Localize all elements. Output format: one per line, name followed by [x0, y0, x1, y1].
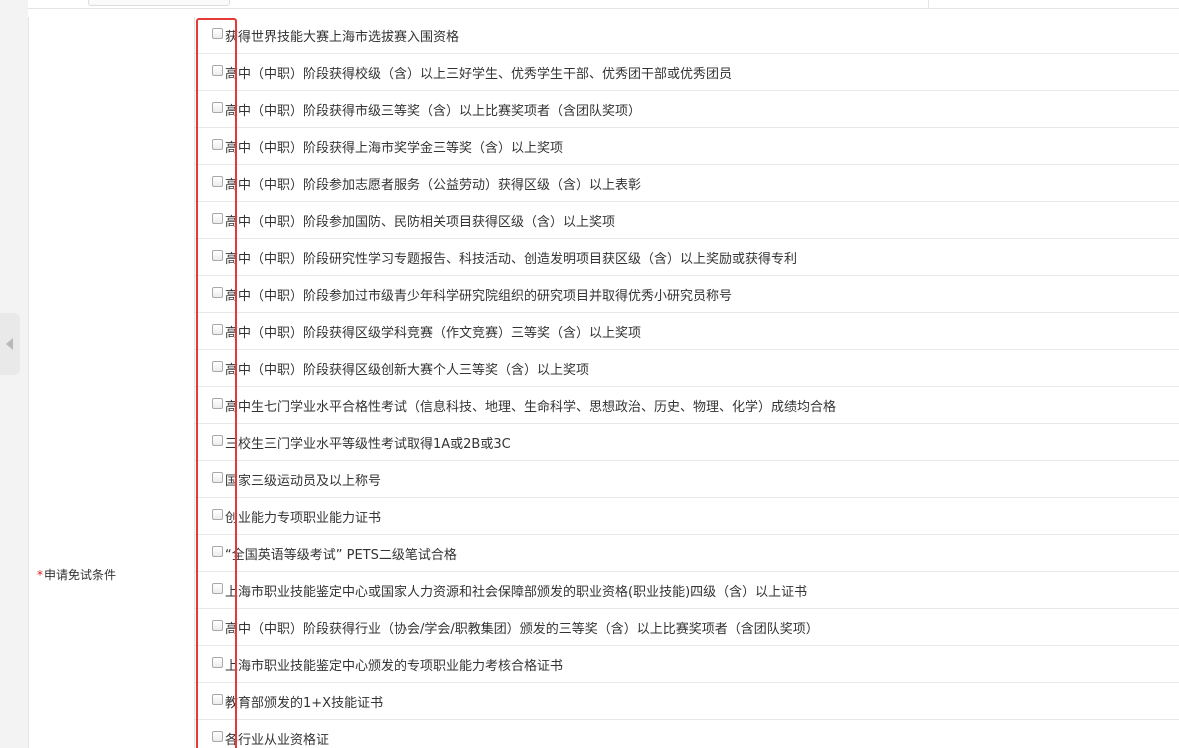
- option-row[interactable]: 上海市职业技能鉴定中心颁发的专项职业能力考核合格证书: [195, 646, 1179, 683]
- option-checkbox[interactable]: [212, 545, 223, 557]
- option-checkbox[interactable]: [212, 619, 223, 631]
- field-label: *申请免试条件: [37, 566, 116, 583]
- option-row[interactable]: 国家三级运动员及以上称号: [195, 461, 1179, 498]
- option-label: “全国英语等级考试” PETS二级笔试合格: [225, 547, 457, 563]
- option-row[interactable]: 教育部颁发的1+X技能证书: [195, 683, 1179, 720]
- option-checkbox[interactable]: [212, 138, 223, 150]
- chevron-left-icon: [5, 338, 13, 350]
- option-checkbox[interactable]: [212, 323, 223, 335]
- option-label: 高中（中职）阶段参加志愿者服务（公益劳动）获得区级（含）以上表彰: [225, 177, 642, 193]
- option-row[interactable]: 高中（中职）阶段获得行业（协会/学会/职教集团）颁发的三等奖（含）以上比赛奖项者…: [195, 609, 1179, 646]
- field-label-text: 申请免试条件: [44, 568, 117, 582]
- option-row[interactable]: “全国英语等级考试” PETS二级笔试合格: [195, 535, 1179, 572]
- option-label: 各行业从业资格证: [225, 732, 330, 748]
- option-row[interactable]: 三校生三门学业水平等级性考试取得1A或2B或3C: [195, 424, 1179, 461]
- option-label: 高中（中职）阶段获得市级三等奖（含）以上比赛奖项者（含团队奖项）: [225, 103, 642, 119]
- header-tab-stub: [88, 0, 230, 6]
- sidebar-collapse-button[interactable]: [0, 313, 20, 375]
- option-label: 教育部颁发的1+X技能证书: [225, 695, 384, 711]
- option-label: 高中（中职）阶段研究性学习专题报告、科技活动、创造发明项目获区级（含）以上奖励或…: [225, 251, 798, 267]
- option-checkbox[interactable]: [212, 730, 223, 742]
- option-checkbox[interactable]: [212, 249, 223, 261]
- option-checkbox[interactable]: [212, 693, 223, 705]
- field-label-column: *申请免试条件: [28, 17, 195, 748]
- option-checkbox[interactable]: [212, 434, 223, 446]
- top-header-row: [28, 0, 1179, 9]
- header-separator: [928, 0, 929, 9]
- option-label: 创业能力专项职业能力证书: [225, 510, 382, 526]
- option-row[interactable]: 高中（中职）阶段参加志愿者服务（公益劳动）获得区级（含）以上表彰: [195, 165, 1179, 202]
- exemption-options-list: 获得世界技能大赛上海市选拔赛入围资格高中（中职）阶段获得校级（含）以上三好学生、…: [195, 17, 1179, 748]
- option-row[interactable]: 各行业从业资格证: [195, 720, 1179, 748]
- option-checkbox[interactable]: [212, 360, 223, 372]
- option-checkbox[interactable]: [212, 582, 223, 594]
- option-checkbox[interactable]: [212, 397, 223, 409]
- option-row[interactable]: 高中（中职）阶段研究性学习专题报告、科技活动、创造发明项目获区级（含）以上奖励或…: [195, 239, 1179, 276]
- option-label: 高中（中职）阶段获得行业（协会/学会/职教集团）颁发的三等奖（含）以上比赛奖项者…: [225, 621, 819, 637]
- required-mark: *: [37, 568, 43, 582]
- option-label: 上海市职业技能鉴定中心或国家人力资源和社会保障部颁发的职业资格(职业技能)四级（…: [225, 584, 808, 600]
- option-checkbox[interactable]: [212, 27, 223, 39]
- option-row[interactable]: 高中（中职）阶段获得校级（含）以上三好学生、优秀学生干部、优秀团干部或优秀团员: [195, 54, 1179, 91]
- option-checkbox[interactable]: [212, 286, 223, 298]
- option-row[interactable]: 获得世界技能大赛上海市选拔赛入围资格: [195, 17, 1179, 54]
- option-row[interactable]: 高中（中职）阶段获得市级三等奖（含）以上比赛奖项者（含团队奖项）: [195, 91, 1179, 128]
- option-checkbox[interactable]: [212, 212, 223, 224]
- option-label: 高中生七门学业水平合格性考试（信息科技、地理、生命科学、思想政治、历史、物理、化…: [225, 399, 837, 415]
- option-label: 国家三级运动员及以上称号: [225, 473, 382, 489]
- option-checkbox[interactable]: [212, 508, 223, 520]
- option-checkbox[interactable]: [212, 64, 223, 76]
- option-label: 上海市职业技能鉴定中心颁发的专项职业能力考核合格证书: [225, 658, 564, 674]
- option-row[interactable]: 高中（中职）阶段参加国防、民防相关项目获得区级（含）以上奖项: [195, 202, 1179, 239]
- option-checkbox[interactable]: [212, 101, 223, 113]
- option-row[interactable]: 高中（中职）阶段获得区级学科竞赛（作文竞赛）三等奖（含）以上奖项: [195, 313, 1179, 350]
- option-label: 高中（中职）阶段参加过市级青少年科学研究院组织的研究项目并取得优秀小研究员称号: [225, 288, 733, 304]
- option-checkbox[interactable]: [212, 471, 223, 483]
- option-label: 高中（中职）阶段获得区级创新大赛个人三等奖（含）以上奖项: [225, 362, 590, 378]
- option-row[interactable]: 创业能力专项职业能力证书: [195, 498, 1179, 535]
- option-row[interactable]: 上海市职业技能鉴定中心或国家人力资源和社会保障部颁发的职业资格(职业技能)四级（…: [195, 572, 1179, 609]
- option-label: 高中（中职）阶段参加国防、民防相关项目获得区级（含）以上奖项: [225, 214, 616, 230]
- option-label: 三校生三门学业水平等级性考试取得1A或2B或3C: [225, 436, 511, 452]
- option-checkbox[interactable]: [212, 175, 223, 187]
- option-label: 高中（中职）阶段获得上海市奖学金三等奖（含）以上奖项: [225, 140, 564, 156]
- option-label: 获得世界技能大赛上海市选拔赛入围资格: [225, 29, 460, 45]
- option-row[interactable]: 高中生七门学业水平合格性考试（信息科技、地理、生命科学、思想政治、历史、物理、化…: [195, 387, 1179, 424]
- option-row[interactable]: 高中（中职）阶段获得上海市奖学金三等奖（含）以上奖项: [195, 128, 1179, 165]
- option-row[interactable]: 高中（中职）阶段获得区级创新大赛个人三等奖（含）以上奖项: [195, 350, 1179, 387]
- option-row[interactable]: 高中（中职）阶段参加过市级青少年科学研究院组织的研究项目并取得优秀小研究员称号: [195, 276, 1179, 313]
- option-label: 高中（中职）阶段获得区级学科竞赛（作文竞赛）三等奖（含）以上奖项: [225, 325, 642, 341]
- form-screen: *申请免试条件 获得世界技能大赛上海市选拔赛入围资格高中（中职）阶段获得校级（含…: [0, 0, 1179, 748]
- option-checkbox[interactable]: [212, 656, 223, 668]
- option-label: 高中（中职）阶段获得校级（含）以上三好学生、优秀学生干部、优秀团干部或优秀团员: [225, 66, 733, 82]
